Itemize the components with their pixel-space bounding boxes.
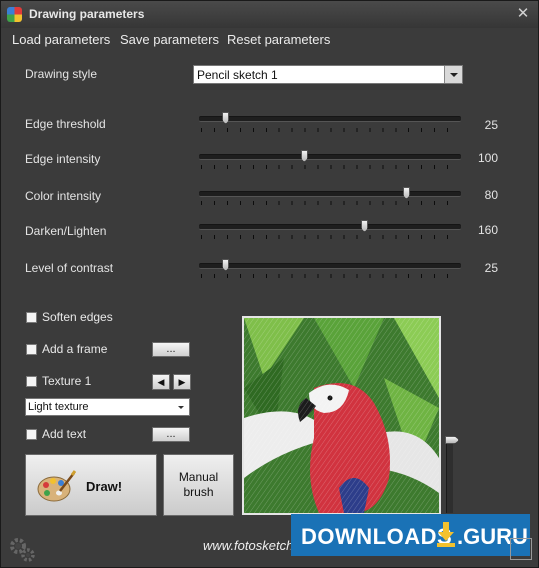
gear-icon[interactable] xyxy=(7,535,37,565)
texture-select[interactable]: Light texture xyxy=(25,398,190,416)
preview-vertical-thumb[interactable] xyxy=(445,436,459,444)
app-icon xyxy=(7,7,22,22)
texture-checkbox[interactable] xyxy=(26,376,37,387)
edge-intensity-thumb[interactable] xyxy=(300,150,308,162)
preview-vertical-slider[interactable] xyxy=(446,438,453,513)
close-icon[interactable]: ✕ xyxy=(515,5,531,23)
soften-edges-label: Soften edges xyxy=(42,310,113,324)
darken-lighten-label: Darken/Lighten xyxy=(25,224,107,238)
preview-image xyxy=(242,316,441,515)
darken-lighten-thumb[interactable] xyxy=(361,220,369,232)
texture-next-icon[interactable]: ▶ xyxy=(173,374,191,390)
color-intensity-ticks xyxy=(201,201,460,205)
drawing-style-value: Pencil sketch 1 xyxy=(197,68,278,82)
menu-reset-parameters[interactable]: Reset parameters xyxy=(227,32,330,47)
edge-threshold-value: 25 xyxy=(484,118,498,132)
draw-button-label: Draw! xyxy=(86,479,123,494)
drawing-style-select[interactable]: Pencil sketch 1 xyxy=(193,65,463,84)
level-of-contrast-slider[interactable] xyxy=(199,263,461,269)
add-frame-checkbox[interactable] xyxy=(26,344,37,355)
edge-intensity-label: Edge intensity xyxy=(25,152,101,166)
soften-edges-checkbox[interactable] xyxy=(26,312,37,323)
darken-lighten-ticks xyxy=(201,235,460,239)
level-of-contrast-label: Level of contrast xyxy=(25,261,114,275)
color-intensity-value: 80 xyxy=(484,188,498,202)
watermark-banner: DOWNLOADS .GURU xyxy=(291,514,530,556)
download-arrow-icon xyxy=(437,522,455,547)
color-intensity-label: Color intensity xyxy=(25,189,102,203)
add-text-checkbox[interactable] xyxy=(26,429,37,440)
texture-prev-icon[interactable]: ◀ xyxy=(152,374,170,390)
level-of-contrast-ticks xyxy=(201,274,460,278)
level-of-contrast-value: 25 xyxy=(484,261,498,275)
add-frame-label: Add a frame xyxy=(42,342,108,356)
dropdown-arrow-icon[interactable] xyxy=(444,66,462,83)
add-text-label: Add text xyxy=(42,427,87,441)
title-bar: Drawing parameters ✕ xyxy=(1,1,538,28)
texture-select-value: Light texture xyxy=(28,401,89,413)
edge-threshold-ticks xyxy=(201,128,460,132)
window-title: Drawing parameters xyxy=(29,7,145,21)
drawing-parameters-window: Drawing parameters ✕ Load parameters Sav… xyxy=(0,0,539,568)
draw-button[interactable]: Draw! xyxy=(25,454,157,516)
parrot-sketch-image xyxy=(244,318,439,513)
edge-intensity-slider[interactable] xyxy=(199,154,461,160)
menu-save-parameters[interactable]: Save parameters xyxy=(120,32,219,47)
manual-brush-button[interactable]: Manual brush xyxy=(163,454,234,516)
color-intensity-slider[interactable] xyxy=(199,191,461,197)
manual-brush-label: Manual brush xyxy=(178,470,219,499)
edge-intensity-ticks xyxy=(201,165,460,169)
edge-intensity-value: 100 xyxy=(477,151,498,165)
texture-label: Texture 1 xyxy=(42,374,92,388)
frame-options-button[interactable]: ... xyxy=(152,342,190,357)
edge-threshold-slider[interactable] xyxy=(199,116,461,122)
edge-threshold-thumb[interactable] xyxy=(222,112,230,124)
drawing-style-label: Drawing style xyxy=(25,67,98,81)
darken-lighten-value: 160 xyxy=(477,223,498,237)
palette-icon xyxy=(37,470,76,502)
color-intensity-thumb[interactable] xyxy=(402,187,410,199)
watermark-text-downloads: DOWNLOADS xyxy=(301,524,453,549)
menu-bar: Load parameters Save parameters Reset pa… xyxy=(1,28,538,52)
menu-load-parameters[interactable]: Load parameters xyxy=(12,32,110,47)
text-options-button[interactable]: ... xyxy=(152,427,190,442)
darken-lighten-slider[interactable] xyxy=(199,224,461,230)
level-of-contrast-thumb[interactable] xyxy=(222,259,230,271)
resize-corner[interactable] xyxy=(510,538,532,560)
edge-threshold-label: Edge threshold xyxy=(25,117,106,131)
